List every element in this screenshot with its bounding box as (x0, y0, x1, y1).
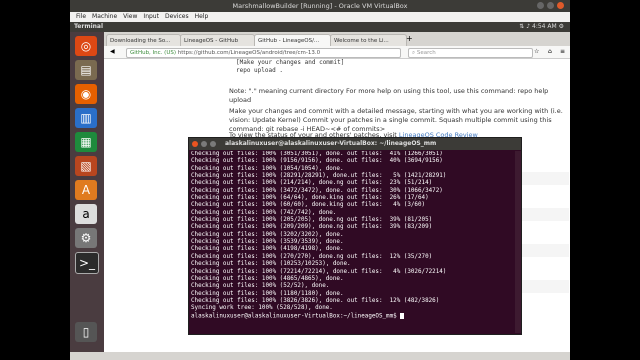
menu-machine[interactable]: Machine (92, 13, 117, 20)
terminal-title: alaskalinuxuser@alaskalinuxuser-VirtualB… (225, 140, 437, 147)
terminal-line: Checking out files: 100% (3472/3472), do… (191, 187, 443, 194)
terminal-line: Syncing work tree: 100% (528/528), done. (191, 305, 333, 312)
trash-icon[interactable]: ▯ (75, 322, 97, 342)
settings-icon[interactable]: ⚙ (559, 23, 564, 30)
sound-icon[interactable]: ♪ (526, 23, 530, 30)
terminal-scrollbar[interactable] (515, 151, 521, 333)
site-identity: GitHub, Inc. (US) (130, 50, 176, 56)
home-icon[interactable]: ⌂ (548, 46, 552, 58)
terminal-title-bar: alaskalinuxuser@alaskalinuxuser-VirtualB… (189, 138, 521, 150)
terminal-line: Checking out files: 100% (742/742), done… (191, 209, 337, 216)
vbox-status-bar (70, 352, 570, 360)
terminal-line: Checking out files: 100% (10253/10253), … (191, 261, 351, 268)
vbox-title: MarshmallowBuilder [Running] - Oracle VM… (232, 2, 408, 10)
back-icon[interactable]: ◀ (110, 46, 115, 58)
terminal-output[interactable]: Checking out files: 100% (3051/3051), do… (191, 151, 511, 331)
vbox-title-bar: MarshmallowBuilder [Running] - Oracle VM… (70, 0, 570, 12)
terminal-line: Checking out files: 100% (3539/3539), do… (191, 239, 344, 246)
make-changes-text: Make your changes and commit with a deta… (229, 107, 563, 133)
minimize-icon[interactable] (537, 2, 544, 9)
network-icon[interactable]: ⇅ (519, 23, 524, 30)
terminal-line: Checking out files: 100% (4865/4865), do… (191, 275, 344, 282)
system-tray: ⇅ ♪ 4:54 AM ⚙ (519, 22, 564, 32)
menu-icon[interactable]: ≡ (560, 46, 565, 58)
menu-file[interactable]: File (76, 13, 86, 20)
url-text: https://github.com/LineageOS/android/tre… (177, 50, 321, 56)
amazon-icon[interactable]: a (75, 204, 97, 224)
code-block: [Make your changes and commit] repo uplo… (236, 59, 344, 75)
active-app-name: Terminal (74, 23, 104, 30)
note-text: Note: "." meaning current directory For … (229, 87, 549, 104)
terminal-cursor (400, 312, 405, 319)
search-input[interactable]: ⌕ Search (408, 48, 533, 58)
new-tab-button[interactable]: + (406, 34, 413, 43)
menu-help[interactable]: Help (195, 13, 209, 20)
clock[interactable]: 4:54 AM (532, 23, 557, 30)
maximize-icon[interactable] (547, 2, 554, 9)
terminal-line: Checking out files: 100% (28291/28291), … (191, 173, 447, 180)
terminal-line: Checking out files: 100% (64/64), done.k… (191, 195, 429, 202)
terminal-maximize-icon[interactable] (210, 141, 216, 147)
terminal-line: Checking out files: 100% (209/209), done… (191, 224, 433, 231)
terminal-line: Checking out files: 100% (205/205), done… (191, 217, 433, 224)
ubuntu-launcher: ◎ ▤ ◉ ▥ ▦ ▧ A a ⚙ >_ ▯ (70, 32, 104, 352)
terminal-line: Checking out files: 100% (214/214), done… (191, 180, 433, 187)
terminal-line: Checking out files: 100% (72214/72214), … (191, 268, 447, 275)
navigation-bar: ◀ GitHub, Inc. (US) https://github.com/L… (104, 46, 570, 59)
terminal-line: Checking out files: 100% (270/270), done… (191, 253, 433, 260)
impress-icon[interactable]: ▧ (75, 156, 97, 176)
search-placeholder: Search (416, 50, 436, 56)
terminal-line: Checking out files: 100% (1180/1180), do… (191, 290, 344, 297)
writer-icon[interactable]: ▥ (75, 108, 97, 128)
search-icon: ⌕ (412, 50, 416, 56)
terminal-icon[interactable]: >_ (75, 252, 99, 274)
software-center-icon[interactable]: A (75, 180, 97, 200)
calc-icon[interactable]: ▦ (75, 132, 97, 152)
files-icon[interactable]: ▤ (75, 60, 97, 80)
terminal-line: Checking out files: 100% (3826/3826), do… (191, 297, 440, 304)
menu-view[interactable]: View (123, 13, 137, 20)
terminal-line: Checking out files: 100% (60/60), done.k… (191, 202, 426, 209)
terminal-line: Checking out files: 100% (1054/1054), do… (191, 165, 344, 172)
code-line: [Make your changes and commit] (236, 59, 345, 66)
dash-icon[interactable]: ◎ (75, 36, 97, 56)
vbox-menu-bar: File Machine View Input Devices Help (70, 12, 570, 22)
terminal-line: Checking out files: 100% (52/52), done. (191, 283, 330, 290)
terminal-line: Checking out files: 100% (3051/3051), do… (191, 151, 443, 157)
system-settings-icon[interactable]: ⚙ (75, 228, 97, 248)
terminal-line: Checking out files: 100% (3202/3202), do… (191, 231, 344, 238)
ubuntu-top-panel: Terminal ⇅ ♪ 4:54 AM ⚙ (70, 22, 570, 32)
virtualbox-window: MarshmallowBuilder [Running] - Oracle VM… (70, 0, 570, 360)
firefox-icon[interactable]: ◉ (75, 84, 97, 104)
terminal-minimize-icon[interactable] (201, 141, 207, 147)
code-line: repo upload . (236, 67, 283, 74)
terminal-close-icon[interactable] (192, 141, 198, 147)
close-icon[interactable] (557, 2, 564, 9)
terminal-prompt: alaskalinuxuser@alaskalinuxuser-VirtualB… (191, 313, 401, 320)
url-bar[interactable]: GitHub, Inc. (US) https://github.com/Lin… (126, 48, 401, 58)
menu-devices[interactable]: Devices (165, 13, 189, 20)
menu-input[interactable]: Input (143, 13, 159, 20)
tab-bar: Downloading the So... LineageOS - GitHub… (104, 32, 570, 47)
terminal-line: Checking out files: 100% (4198/4198), do… (191, 246, 344, 253)
bookmark-icon[interactable]: ☆ (534, 46, 539, 58)
terminal-prompt-line: alaskalinuxuser@alaskalinuxuser-VirtualB… (191, 312, 511, 321)
terminal-window[interactable]: alaskalinuxuser@alaskalinuxuser-VirtualB… (188, 137, 522, 335)
terminal-line: Checking out files: 100% (9156/9156), do… (191, 158, 443, 165)
